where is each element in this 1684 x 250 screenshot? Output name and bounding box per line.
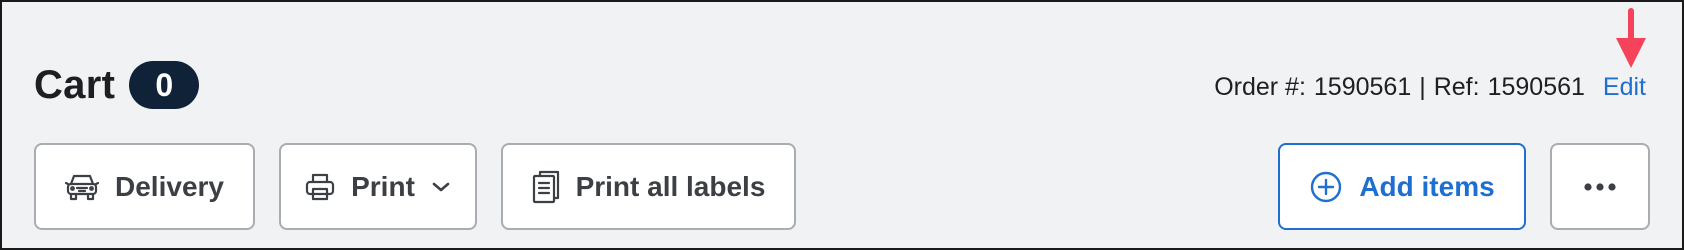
print-label: Print	[351, 170, 415, 202]
print-all-labels-button[interactable]: Print all labels	[501, 143, 796, 230]
print-button[interactable]: Print	[279, 143, 477, 230]
documents-icon	[532, 170, 560, 204]
cart-header-panel: Cart 0 Order #: 1590561 | Ref: 1590561 E…	[0, 0, 1684, 250]
cart-heading: Cart 0	[34, 60, 200, 110]
delivery-label: Delivery	[115, 170, 224, 202]
order-number: 1590561	[1313, 72, 1412, 101]
arrow-down-icon	[1616, 8, 1646, 68]
edit-order-link[interactable]: Edit	[1603, 73, 1646, 102]
car-icon	[65, 172, 100, 202]
more-options-button[interactable]	[1550, 143, 1650, 230]
order-number-label: Order #:	[1214, 72, 1306, 101]
ref-label: Ref:	[1433, 72, 1480, 101]
plus-circle-icon	[1309, 170, 1343, 204]
more-horizontal-icon	[1583, 182, 1617, 192]
order-separator: |	[1419, 72, 1426, 101]
add-items-button[interactable]: Add items	[1278, 143, 1526, 230]
printer-icon	[305, 172, 335, 202]
chevron-down-icon	[431, 180, 451, 194]
delivery-button[interactable]: Delivery	[34, 143, 255, 230]
cart-count-badge: 0	[129, 61, 200, 109]
order-info: Order #: 1590561 | Ref: 1590561 Edit	[1214, 67, 1646, 107]
page-title: Cart	[34, 62, 116, 107]
print-all-labels-label: Print all labels	[575, 170, 766, 202]
add-items-label: Add items	[1359, 170, 1495, 202]
ref-number: 1590561	[1487, 72, 1585, 101]
